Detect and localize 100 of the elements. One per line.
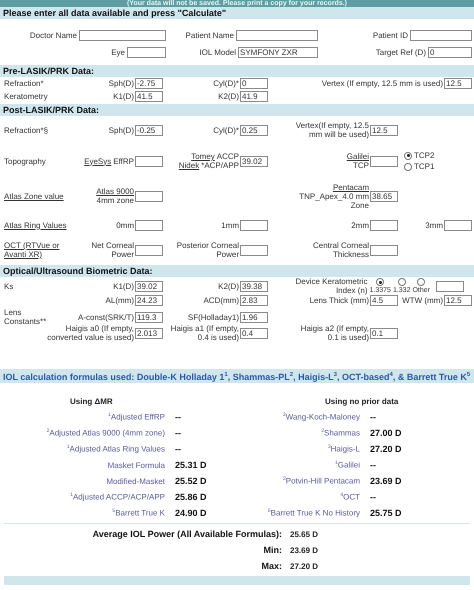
field-label: Posterior Corneal xyxy=(176,241,239,250)
input-field[interactable]: 4.5 xyxy=(370,295,398,306)
formula-name: $^{2}$Shammas xyxy=(320,428,360,438)
input-field[interactable]: 39.38 xyxy=(240,280,268,292)
field-label: Haigis a1 (If empty, xyxy=(170,324,239,333)
link[interactable]: Galilei xyxy=(346,152,369,161)
input-field[interactable]: 2.83 xyxy=(240,295,268,306)
field-label: TCP xyxy=(353,161,369,170)
input-field[interactable]: 39.02 xyxy=(240,156,268,166)
field-label: ACCP xyxy=(216,152,239,161)
field-label: Net Corneal xyxy=(91,241,134,250)
summary-label: Average IOL Power (All Available Formulas): xyxy=(92,529,282,539)
field-label: Constants** xyxy=(4,317,46,326)
formula-name: $^{2}$Wang-Koch-Maloney xyxy=(282,412,360,422)
input-field[interactable]: 0 xyxy=(428,47,472,58)
link[interactable]: OCT (RTVue or xyxy=(4,241,60,250)
formula-name: $^{2}$Adjusted Atlas 9000 (4mm zone) xyxy=(46,428,165,438)
field-label: Keratometry xyxy=(4,92,48,101)
result-value: 25.75 D xyxy=(369,508,403,518)
input-field[interactable]: 12.5 xyxy=(370,124,398,136)
field-label: 4mm zone xyxy=(96,196,134,205)
field-label: Refraction*§ xyxy=(4,126,48,134)
field-label: Device Keratometric xyxy=(296,277,368,286)
field-label: IOL Model xyxy=(199,48,236,57)
result-value: 25.52 D xyxy=(174,476,208,486)
input-field[interactable]: 24.23 xyxy=(135,295,163,306)
field-label: 0.1 is used) xyxy=(328,333,369,342)
formulas-note: IOL calculation formulas used: Double-K Holladay 1$^{1}$, Shammas-PL$^{2}$, Haigis-L$^{3}$, OCT-based$^{4}$, & Barrett True K$^{5}$ xyxy=(0,369,474,383)
link[interactable]: Avanti XR) xyxy=(4,250,42,259)
field-label: Cyl(D)* xyxy=(213,79,239,88)
result-value: -- xyxy=(369,460,377,470)
formula-name: $^{2}$Potvin-Hill Pentacam xyxy=(282,476,360,486)
field-label: 2mm xyxy=(351,220,369,230)
field-label: Vertex(If empty, 12.5 xyxy=(296,121,369,130)
result-value: -- xyxy=(174,444,182,454)
link[interactable]: Atlas Zone value xyxy=(4,192,64,200)
result-value: 27.20 D xyxy=(369,444,403,454)
result-value: 25.86 D xyxy=(174,492,208,502)
input-field[interactable]: 1.96 xyxy=(240,312,268,322)
formula-name: $^{5}$Barrett True K No History xyxy=(266,508,360,518)
column-heading: Using no prior data xyxy=(324,396,400,406)
link[interactable]: Atlas 9000 xyxy=(96,187,134,196)
summary-value: 27.20 D xyxy=(289,562,320,570)
field-label: Zone xyxy=(350,200,369,210)
field-label: Sph(D) xyxy=(108,79,134,88)
link[interactable]: Pentacam xyxy=(332,182,369,192)
field-label: K1(D) xyxy=(113,92,134,101)
field-label: Lens Thick (mm) xyxy=(310,296,369,305)
result-value: -- xyxy=(174,412,182,422)
link[interactable]: Tomey xyxy=(191,152,215,161)
result-value: -- xyxy=(369,492,377,502)
field-label: converted value is used) xyxy=(47,333,134,342)
input-field[interactable]: -0.25 xyxy=(135,124,163,136)
input-field[interactable]: 12.5 xyxy=(444,295,472,306)
section-heading: Post-LASIK/PRK Data: xyxy=(0,104,474,116)
field-label: K2(D) xyxy=(218,282,239,290)
input-field[interactable]: 38.65 xyxy=(370,190,398,202)
input-field[interactable]: 0 xyxy=(240,78,268,89)
input-field[interactable]: 0.1 xyxy=(370,328,398,338)
link[interactable]: Nidek xyxy=(178,161,200,170)
section-heading: Optical/Ultrasound Biometric Data: xyxy=(0,265,474,277)
formula-name: $^{1}$Galilei xyxy=(334,460,360,470)
formula-name: Modified-Masket xyxy=(105,476,165,486)
formula-name: $^{1}$Adjusted EffRP xyxy=(107,412,165,422)
result-value: 24.90 D xyxy=(174,508,208,518)
formula-name: $^{5}$Barrett True K xyxy=(111,508,165,518)
field-label: Target Ref (D) xyxy=(376,48,426,57)
input-field[interactable]: SYMFONY ZXR xyxy=(238,47,318,58)
field-label: TNP_Apex_4.0 mm xyxy=(299,192,369,200)
field-label: AL(mm) xyxy=(106,296,134,305)
field-label: Power xyxy=(216,250,239,259)
result-value: 23.69 D xyxy=(369,476,403,486)
field-label: Vertex (If empty, 12.5 mm is used) xyxy=(322,79,443,88)
field-label: Doctor Name xyxy=(30,31,77,40)
input-field[interactable]: 0.25 xyxy=(240,124,268,136)
formula-name: $^{1}$Adjusted Atlas Ring Values xyxy=(66,444,165,454)
field-label: Sph(D) xyxy=(108,126,134,134)
input-field[interactable]: 39.02 xyxy=(135,280,163,292)
input-field[interactable]: 41.9 xyxy=(240,91,268,102)
formula-name: $^{1}$Adjusted ACCP/ACP/APP xyxy=(69,492,165,502)
input-field[interactable]: 41.5 xyxy=(135,91,163,102)
field-label: A-const(SRK/T) xyxy=(78,312,134,322)
summary-label: Max: xyxy=(260,561,282,571)
input-field[interactable]: 2.013 xyxy=(135,328,163,338)
field-label: K1(D) xyxy=(113,282,134,290)
link[interactable]: EyeSys xyxy=(84,156,112,166)
input-field[interactable]: -2.75 xyxy=(135,78,163,89)
field-label: Topography xyxy=(4,156,46,166)
input-field[interactable]: 119.3 xyxy=(135,312,163,322)
input-field[interactable]: 0.4 xyxy=(240,328,268,338)
field-label: Lens xyxy=(4,308,22,317)
field-label: SF(Holladay1) xyxy=(188,312,239,322)
field-label: Eye xyxy=(111,48,125,57)
field-label: mm will be used) xyxy=(308,130,369,139)
result-value: -- xyxy=(174,428,182,438)
input-field[interactable]: 12.5 xyxy=(444,78,472,89)
radio-label: TCP1 xyxy=(414,162,434,171)
link[interactable]: Atlas Ring Values xyxy=(4,220,67,230)
summary-value: 23.69 D xyxy=(289,546,320,554)
field-label: ACD(mm) xyxy=(203,296,239,305)
